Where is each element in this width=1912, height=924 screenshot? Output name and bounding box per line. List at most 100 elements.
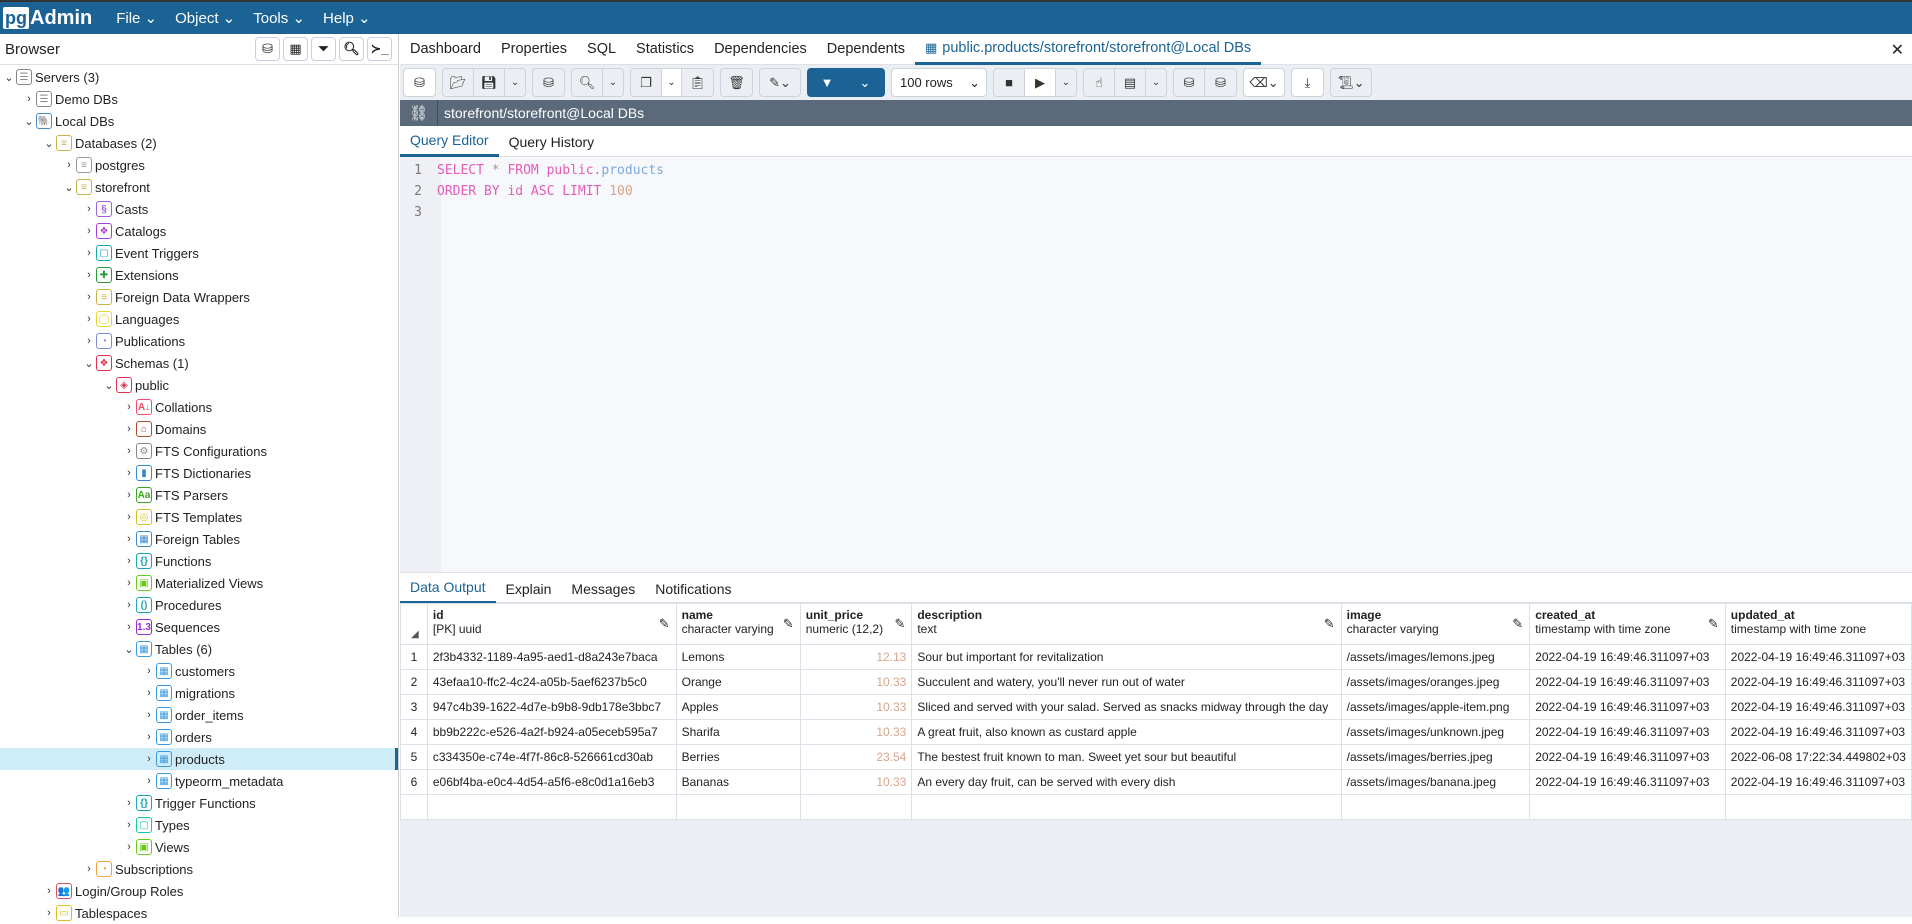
clear-icon[interactable]: ⌫⌄: [1244, 69, 1284, 96]
column-header[interactable]: image character varying ✎: [1340, 603, 1531, 645]
chevron-down-icon[interactable]: ⌄: [23, 115, 35, 128]
table-cell[interactable]: 2022-04-19 16:49:46.311097+03: [1724, 669, 1912, 695]
table-cell[interactable]: Sliced and served with your salad. Serve…: [911, 694, 1342, 720]
chevron-right-icon[interactable]: ›: [143, 775, 155, 787]
rollback-icon[interactable]: ⛁: [1205, 69, 1236, 96]
column-header[interactable]: created_at timestamp with time zone ✎: [1529, 603, 1726, 645]
tab-query-editor[interactable]: Query Editor: [400, 126, 499, 157]
table-cell[interactable]: Sour but important for revitalization: [911, 644, 1342, 670]
table-cell[interactable]: bb9b222c-e526-4a2f-b924-a05eceb595a7: [426, 719, 677, 745]
tab-properties[interactable]: Properties: [491, 34, 577, 65]
tree-item[interactable]: › ▦ typeorm_metadata: [0, 770, 398, 792]
filter-icon[interactable]: ▼: [808, 69, 846, 96]
chevron-right-icon[interactable]: ›: [123, 467, 135, 479]
tree-item[interactable]: ⌄ ◈ public: [0, 374, 398, 396]
find-icon[interactable]: 🔍︎: [572, 69, 603, 96]
table-cell[interactable]: /assets/images/unknown.jpeg: [1340, 719, 1531, 745]
tree-item[interactable]: ›{} Functions: [0, 550, 398, 572]
row-number[interactable]: 5: [400, 744, 428, 770]
tree-item[interactable]: › ◎ FTS Templates: [0, 506, 398, 528]
tree-item[interactable]: › ▣ Views: [0, 836, 398, 858]
edit-icon[interactable]: ✎⌄: [760, 69, 800, 96]
edit-pencil-icon[interactable]: ✎: [894, 616, 905, 632]
view-data-icon[interactable]: ▦: [283, 37, 308, 61]
chevron-down-icon[interactable]: ⌄: [63, 181, 75, 194]
search-icon[interactable]: 🔍︎: [339, 37, 364, 61]
chevron-right-icon[interactable]: ›: [123, 423, 135, 435]
tree-item[interactable]: › ▮ FTS Dictionaries: [0, 462, 398, 484]
tree-item[interactable]: › 1.3 Sequences: [0, 616, 398, 638]
menu-file[interactable]: File ⌄: [116, 9, 157, 27]
explain-dropdown-icon[interactable]: ⌄: [1146, 69, 1166, 96]
table-cell[interactable]: 2f3b4332-1189-4a95-aed1-d8a243e7baca: [426, 644, 677, 670]
tree-item[interactable]: › ⌂ Domains: [0, 418, 398, 440]
chevron-right-icon[interactable]: ›: [123, 841, 135, 853]
tree-item[interactable]: › ☰ Demo DBs: [0, 88, 398, 110]
chevron-right-icon[interactable]: ›: [123, 489, 135, 501]
chevron-right-icon[interactable]: ›: [83, 335, 95, 347]
column-header[interactable]: unit_price numeric (12,2) ✎: [799, 603, 913, 645]
chevron-right-icon[interactable]: ›: [83, 863, 95, 875]
connection-icon[interactable]: ⛁: [404, 69, 435, 96]
tab-query-history[interactable]: Query History: [499, 126, 605, 157]
table-cell[interactable]: Berries: [675, 744, 801, 770]
edit-pencil-icon[interactable]: ✎: [1512, 616, 1523, 632]
table-cell[interactable]: 2022-04-19 16:49:46.311097+03: [1529, 694, 1726, 720]
tree-item[interactable]: ⌄ ▦ Tables (6): [0, 638, 398, 660]
save-data-icon[interactable]: ⛁: [533, 69, 564, 96]
link-icon[interactable]: ⛓: [400, 100, 438, 126]
table-cell[interactable]: /assets/images/oranges.jpeg: [1340, 669, 1531, 695]
save-dropdown-icon[interactable]: ⌄: [505, 69, 525, 96]
chevron-right-icon[interactable]: ›: [83, 247, 95, 259]
table-cell[interactable]: 2022-06-08 17:22:34.449802+03: [1724, 744, 1912, 770]
tab-dependencies[interactable]: Dependencies: [704, 34, 817, 65]
tree-item[interactable]: › ◔ Publications: [0, 330, 398, 352]
table-cell[interactable]: 23.54: [799, 744, 913, 770]
table-cell[interactable]: 43efaa10-ffc2-4c24-a05b-5aef6237b5c0: [426, 669, 677, 695]
table-cell[interactable]: The bestest fruit known to man. Sweet ye…: [911, 744, 1342, 770]
chevron-right-icon[interactable]: ›: [43, 885, 55, 897]
chevron-right-icon[interactable]: ›: [143, 731, 155, 743]
tree-item[interactable]: › ▦ orders: [0, 726, 398, 748]
chevron-right-icon[interactable]: ›: [123, 599, 135, 611]
tab-statistics[interactable]: Statistics: [626, 34, 704, 65]
table-cell[interactable]: 2022-04-19 16:49:46.311097+03: [1529, 769, 1726, 795]
execute-dropdown-icon[interactable]: ⌄: [1056, 69, 1076, 96]
tab-dashboard[interactable]: Dashboard: [400, 34, 491, 65]
open-file-icon[interactable]: 📂︎: [443, 69, 474, 96]
explain-analyze-icon[interactable]: ▤: [1115, 69, 1146, 96]
chevron-right-icon[interactable]: ›: [123, 797, 135, 809]
table-row[interactable]: 5 c334350e-c74e-4f7f-86c8-526661cd30ab Ber…: [400, 744, 1912, 770]
menu-help[interactable]: Help ⌄: [323, 9, 371, 27]
table-cell[interactable]: 2022-04-19 16:49:46.311097+03: [1724, 719, 1912, 745]
chevron-right-icon[interactable]: ›: [63, 159, 75, 171]
table-cell[interactable]: 2022-04-19 16:49:46.311097+03: [1529, 644, 1726, 670]
column-header[interactable]: description text ✎: [911, 603, 1342, 645]
row-number[interactable]: 3: [400, 694, 428, 720]
table-cell[interactable]: 947c4b39-1622-4d7e-b9b8-9db178e3bbc7: [426, 694, 677, 720]
menu-tools[interactable]: Tools ⌄: [253, 9, 305, 27]
tree-item[interactable]: ›{} Trigger Functions: [0, 792, 398, 814]
delete-icon[interactable]: 🗑︎: [721, 69, 752, 96]
tab-messages[interactable]: Messages: [561, 573, 645, 604]
stop-icon[interactable]: ■: [994, 69, 1025, 96]
table-cell[interactable]: 2022-04-19 16:49:46.311097+03: [1529, 669, 1726, 695]
table-cell[interactable]: Orange: [675, 669, 801, 695]
tab-query-products[interactable]: ▦ public.products/storefront/storefront@L…: [914, 34, 1262, 65]
save-icon[interactable]: 💾︎: [474, 69, 505, 96]
tree-item[interactable]: › Aa FTS Parsers: [0, 484, 398, 506]
table-cell[interactable]: /assets/images/berries.jpeg: [1340, 744, 1531, 770]
tab-dependents[interactable]: Dependents: [817, 34, 915, 65]
filtered-rows-icon[interactable]: ⏷: [311, 37, 336, 61]
chevron-right-icon[interactable]: ›: [143, 753, 155, 765]
table-cell[interactable]: A great fruit, also known as custard app…: [911, 719, 1342, 745]
chevron-right-icon[interactable]: ›: [123, 445, 135, 457]
row-number[interactable]: 6: [400, 769, 428, 795]
chevron-down-icon[interactable]: ⌄: [3, 71, 15, 84]
table-cell[interactable]: Sharifa: [675, 719, 801, 745]
chevron-right-icon[interactable]: ›: [143, 709, 155, 721]
tab-explain[interactable]: Explain: [496, 573, 562, 604]
chevron-down-icon[interactable]: ⌄: [43, 137, 55, 150]
chevron-right-icon[interactable]: ›: [123, 511, 135, 523]
tree-item[interactable]: ⌄ ≡ storefront: [0, 176, 398, 198]
